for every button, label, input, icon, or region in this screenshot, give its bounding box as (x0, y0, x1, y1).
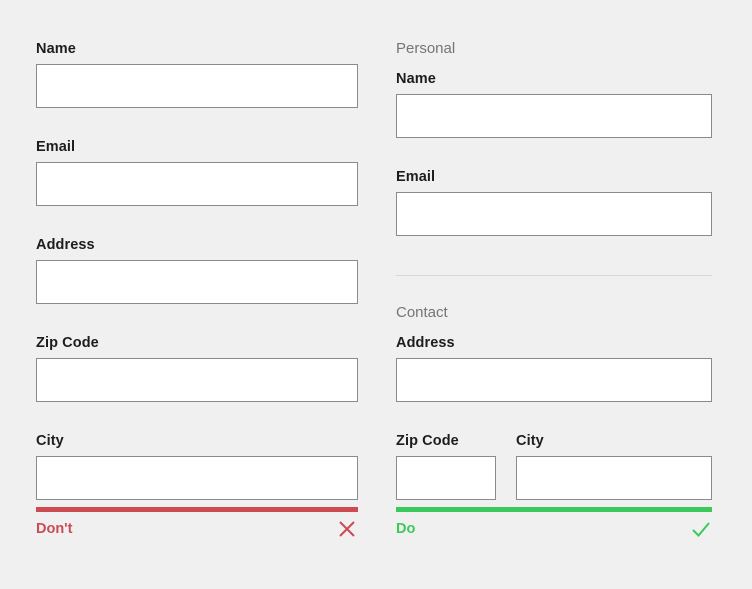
zip-code-input[interactable] (36, 358, 358, 402)
field-group-zip-code: Zip Code (396, 432, 496, 500)
address-input[interactable] (396, 358, 712, 402)
field-label-address: Address (396, 335, 455, 351)
field-group-email: Email (396, 168, 712, 236)
dont-verdict-row: Don't (36, 517, 358, 541)
cross-icon (336, 518, 358, 540)
field-group-address: Address (396, 334, 712, 402)
section-heading-personal: Personal (396, 40, 456, 57)
address-input[interactable] (36, 260, 358, 304)
field-group-zip-code: Zip Code (36, 334, 358, 402)
name-input[interactable] (36, 64, 358, 108)
city-input[interactable] (36, 456, 358, 500)
field-label-address: Address (36, 237, 95, 253)
field-group-address: Address (36, 236, 358, 304)
email-input[interactable] (36, 162, 358, 206)
do-example-column: Personal Name Email Contact Address Zip … (396, 0, 712, 589)
check-icon (690, 518, 712, 540)
dont-verdict-label: Don't (36, 521, 73, 537)
field-label-email: Email (36, 139, 76, 155)
city-input[interactable] (516, 456, 712, 500)
do-verdict-label: Do (396, 521, 416, 537)
dont-example-column: Name Email Address Zip Code City Don't (36, 0, 358, 589)
field-label-city: City (36, 433, 64, 449)
field-group-name: Name (36, 40, 358, 108)
field-group-city: City (516, 432, 712, 500)
name-input[interactable] (396, 94, 712, 138)
field-group-city: City (36, 432, 358, 500)
do-verdict-bar (396, 507, 712, 512)
zip-code-input[interactable] (396, 456, 496, 500)
field-label-zip-code: Zip Code (396, 433, 459, 449)
do-verdict-row: Do (396, 517, 712, 541)
field-label-email: Email (396, 169, 436, 185)
field-label-name: Name (396, 71, 436, 87)
field-label-zip-code: Zip Code (36, 335, 99, 351)
field-label-city: City (516, 433, 544, 449)
section-heading-contact: Contact (396, 304, 448, 321)
field-group-email: Email (36, 138, 358, 206)
email-input[interactable] (396, 192, 712, 236)
section-divider (396, 275, 712, 276)
field-label-name: Name (36, 41, 76, 57)
field-group-name: Name (396, 70, 712, 138)
comparison-canvas: Name Email Address Zip Code City Don't P… (0, 0, 752, 589)
dont-verdict-bar (36, 507, 358, 512)
